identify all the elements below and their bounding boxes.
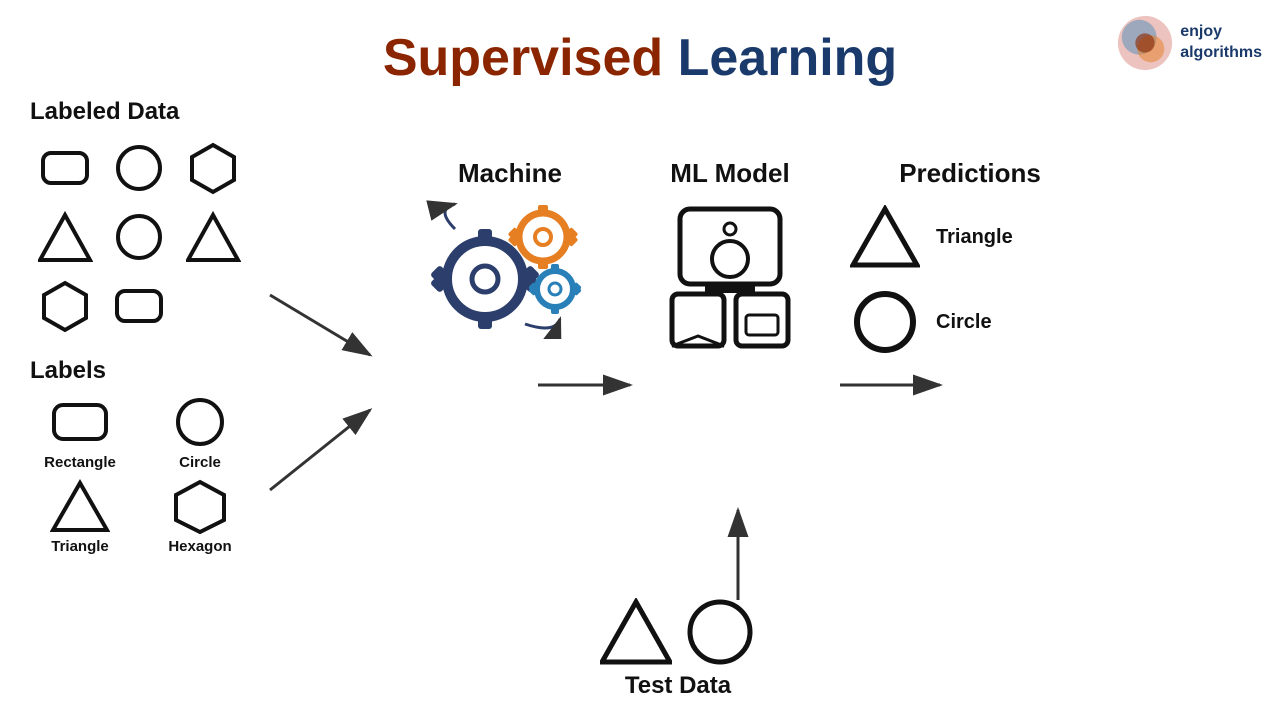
test-data-section: Test Data (600, 598, 756, 700)
shape-hex1 (178, 136, 248, 201)
label-hexagon: Hexagon (150, 479, 250, 555)
label-triangle: Triangle (30, 479, 130, 555)
logo-icon (1116, 14, 1174, 72)
predictions-label: Predictions (899, 158, 1041, 189)
labels-section: Labels Rectangle Circle Triangle Hexagon (30, 357, 310, 555)
prediction-triangle-label: Triangle (936, 226, 1013, 249)
labeled-data-shapes (30, 136, 310, 339)
ml-model-label: ML Model (670, 158, 789, 189)
shape-rect2 (104, 274, 174, 339)
prediction-circle-label: Circle (936, 311, 992, 334)
machine-label: Machine (458, 158, 562, 189)
test-circle-icon (684, 598, 756, 666)
label-rectangle-text: Rectangle (44, 454, 116, 471)
shape-empty (178, 274, 248, 339)
shape-rect1 (30, 136, 100, 201)
shape-circle2 (104, 205, 174, 270)
title-word1: Supervised (383, 29, 663, 87)
label-rectangle: Rectangle (30, 395, 130, 471)
labels-title: Labels (30, 357, 310, 385)
left-panel: Labeled Data (30, 98, 310, 555)
shape-tri1 (30, 205, 100, 270)
test-data-shapes (600, 598, 756, 666)
prediction-circle: Circle (850, 290, 992, 355)
test-data-label: Test Data (625, 672, 731, 700)
test-triangle-icon (600, 598, 672, 666)
labeled-data-title: Labeled Data (30, 98, 310, 126)
ml-model-icon (650, 199, 810, 359)
logo-text: enjoy algorithms (1180, 22, 1262, 64)
prediction-triangle-icon (850, 205, 920, 270)
machine-gears-icon (425, 199, 595, 339)
label-circle: Circle (150, 395, 250, 471)
label-triangle-text: Triangle (51, 538, 109, 555)
shape-tri2 (178, 205, 248, 270)
label-circle-text: Circle (179, 454, 221, 471)
machine-section: Machine (410, 158, 610, 339)
prediction-triangle: Triangle (850, 205, 1013, 270)
shape-hex2 (30, 274, 100, 339)
logo: enjoy algorithms (1116, 14, 1262, 72)
label-hexagon-text: Hexagon (168, 538, 231, 555)
title-word2: Learning (678, 29, 898, 87)
prediction-circle-icon (850, 290, 920, 355)
shape-circle1 (104, 136, 174, 201)
labels-grid: Rectangle Circle Triangle Hexagon (30, 395, 310, 555)
ml-model-section: ML Model (630, 158, 830, 359)
page-title: Supervised Learning (0, 0, 1280, 88)
predictions-section: Predictions Triangle Circle (850, 158, 1090, 375)
